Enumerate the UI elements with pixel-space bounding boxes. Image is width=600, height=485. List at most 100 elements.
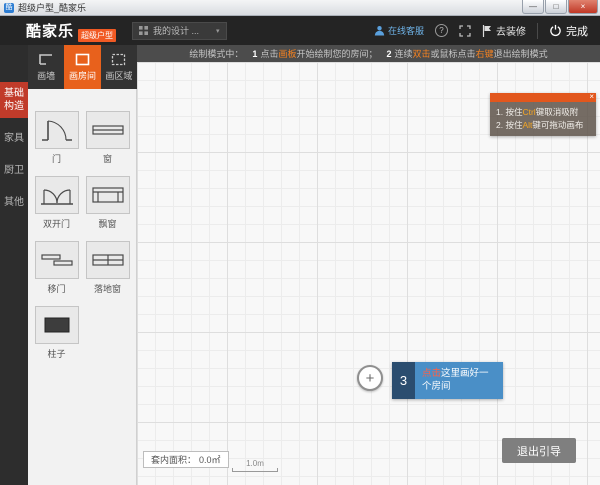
fullscreen-icon[interactable] [459, 25, 471, 37]
instruction-highlight: 右键 [476, 47, 494, 60]
item-thumbnail [86, 176, 130, 214]
component-panel: 门 窗 双开门 飘窗 [28, 89, 137, 485]
minimize-button[interactable]: — [522, 0, 544, 14]
item-sliding-door[interactable]: 移门 [35, 241, 79, 295]
item-label: 双开门 [35, 217, 79, 230]
item-thumbnail [35, 176, 79, 214]
item-label: 门 [35, 152, 79, 165]
draw-area-icon [111, 53, 126, 66]
instruction-text: 或鼠标点击 [431, 47, 476, 60]
instruction-step1-number: 1 [252, 49, 257, 59]
instruction-highlight: 画板 [278, 47, 296, 60]
tab-draw-area[interactable]: 画区域 [101, 45, 137, 89]
logo-badge: 超级户型 [78, 29, 116, 42]
tab-label: 画区域 [105, 69, 132, 82]
finish-label: 完成 [566, 23, 588, 39]
power-icon [549, 24, 562, 37]
guide-highlight: 点击 [422, 368, 441, 379]
item-label: 柱子 [35, 347, 79, 360]
app-header: 酷家乐 超级户型 我的设计 ... ▾ 在线客服 ? 去装修 [0, 16, 600, 45]
item-thumbnail [35, 306, 79, 344]
tab-label: 画房间 [69, 69, 96, 82]
guide-tooltip: 3 点击这里画好一个房间 [392, 362, 503, 399]
area-label: 套内面积： [151, 453, 196, 466]
tip-key: Ctrl [522, 107, 535, 117]
item-floor-window[interactable]: 落地窗 [86, 241, 130, 295]
item-double-door[interactable]: 双开门 [35, 176, 79, 230]
my-design-label: 我的设计 ... [153, 24, 199, 37]
tips-body: 1. 按住Ctrl键取消吸附 2. 按住Alt键可拖动画布 [490, 102, 596, 136]
window-title: 超级户型_酷家乐 [18, 1, 86, 14]
app-logo: 酷家乐 [26, 20, 74, 41]
instruction-text: 点击 [260, 47, 278, 60]
tab-draw-wall[interactable]: 画墙 [28, 45, 64, 89]
guide-step-number: 3 [392, 362, 415, 399]
draw-wall-icon [38, 53, 54, 66]
sidebar-item-other[interactable]: 其他 [0, 191, 28, 214]
draw-start-point[interactable]: + [357, 365, 383, 391]
draw-room-icon [75, 53, 90, 66]
pillar-icon [44, 317, 70, 333]
instruction-mode-label: 绘制模式中： [189, 47, 243, 60]
online-service-label: 在线客服 [388, 24, 424, 37]
sidebar-item-kitchen-bath[interactable]: 厨卫 [0, 159, 28, 182]
item-bay-window[interactable]: 飘窗 [86, 176, 130, 230]
finish-button[interactable]: 完成 [549, 23, 588, 39]
window-controls: — □ × [521, 0, 598, 14]
item-pillar[interactable]: 柱子 [35, 306, 79, 360]
instruction-highlight: 双击 [413, 47, 431, 60]
sidebar-item-basic-structure[interactable]: 基础构造 [0, 82, 28, 118]
area-status: 套内面积： 0.0㎡ [143, 451, 229, 468]
bay-window-icon [92, 187, 124, 203]
tip-line: 2. 按住Alt键可拖动画布 [496, 119, 590, 132]
window-titlebar: 酷 超级户型_酷家乐 — □ × [0, 0, 600, 16]
scale-label: 1.0m [232, 459, 278, 468]
item-door[interactable]: 门 [35, 111, 79, 165]
close-button[interactable]: × [568, 0, 598, 14]
item-thumbnail [86, 111, 130, 149]
instruction-text: 退出绘制模式 [494, 47, 548, 60]
header-actions: 在线客服 ? 去装修 完成 [374, 23, 600, 39]
window-icon [92, 124, 124, 136]
scale-bar [232, 468, 278, 472]
item-window[interactable]: 窗 [86, 111, 130, 165]
item-label: 落地窗 [86, 282, 130, 295]
scale-indicator: 1.0m [232, 459, 278, 472]
sidebar-item-furniture[interactable]: 家具 [0, 127, 28, 150]
area-value: 0.0㎡ [199, 453, 221, 466]
exit-guide-button[interactable]: 退出引导 [502, 438, 576, 463]
chevron-down-icon: ▾ [216, 27, 220, 35]
tips-header: × [490, 93, 596, 102]
item-thumbnail [35, 111, 79, 149]
maximize-button[interactable]: □ [545, 0, 567, 14]
instruction-text: 开始绘制您的房间； [296, 47, 377, 60]
sliding-door-icon [41, 253, 73, 267]
double-door-icon [40, 184, 74, 206]
grid-icon [139, 26, 148, 35]
guide-text: 点击这里画好一个房间 [415, 362, 503, 399]
person-icon [374, 25, 385, 36]
tip-text: 键取消吸附 [536, 107, 579, 117]
go-decorate-button[interactable]: 去装修 [482, 23, 526, 38]
online-service-button[interactable]: 在线客服 [374, 24, 424, 37]
tab-label: 画墙 [37, 69, 55, 82]
close-icon[interactable]: × [589, 92, 594, 102]
tip-text: 键可拖动画布 [532, 120, 583, 130]
item-thumbnail [86, 241, 130, 279]
header-divider [537, 23, 538, 39]
tip-line: 1. 按住Ctrl键取消吸附 [496, 106, 590, 119]
tip-text: 2. 按住 [496, 120, 522, 130]
go-decorate-label: 去装修 [496, 23, 526, 38]
door-icon [41, 117, 73, 143]
my-design-dropdown[interactable]: 我的设计 ... ▾ [132, 22, 227, 40]
item-label: 窗 [86, 152, 130, 165]
tip-text: 1. 按住 [496, 107, 522, 117]
help-icon[interactable]: ? [435, 24, 448, 37]
component-grid: 门 窗 双开门 飘窗 [28, 111, 136, 360]
category-rail: 基础构造 家具 厨卫 其他 [0, 45, 28, 485]
app-icon: 酷 [4, 3, 14, 13]
tab-draw-room[interactable]: 画房间 [64, 45, 100, 89]
hotkey-tips-panel: × 1. 按住Ctrl键取消吸附 2. 按住Alt键可拖动画布 [490, 93, 596, 136]
instruction-text: 连续 [395, 47, 413, 60]
flag-icon [482, 25, 492, 37]
